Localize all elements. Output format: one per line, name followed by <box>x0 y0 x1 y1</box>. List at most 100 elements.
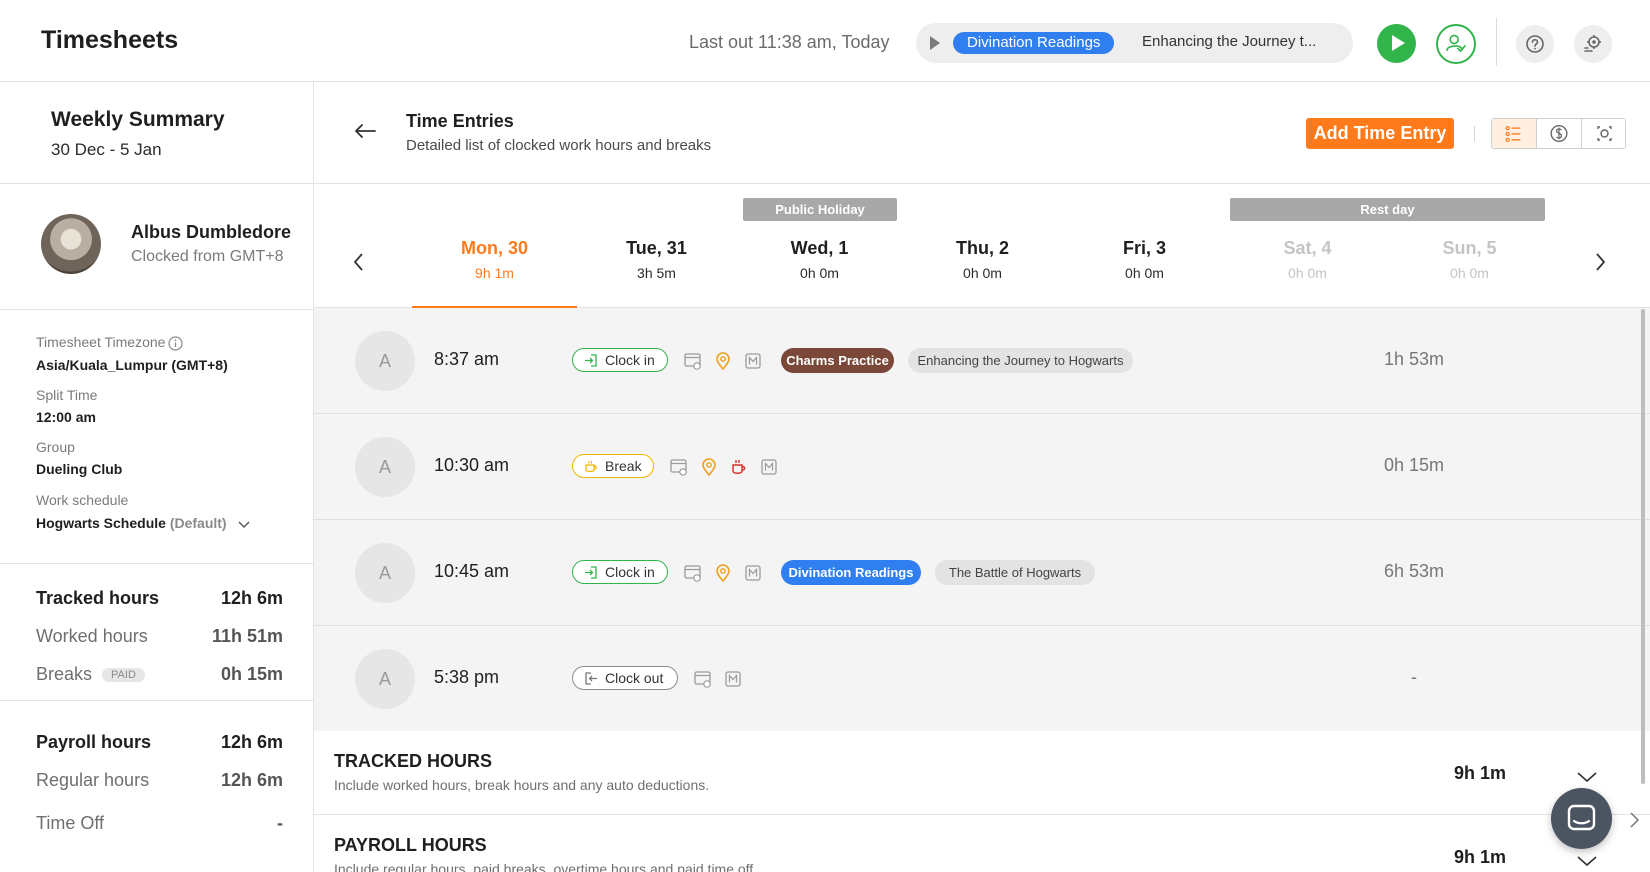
help-button[interactable] <box>1516 25 1554 63</box>
manual-entry-icon <box>725 671 741 687</box>
weekly-summary-title: Weekly Summary <box>51 108 225 131</box>
tracked-hours-section-title: TRACKED HOURS <box>334 751 493 771</box>
user-clocked-from: Clocked from GMT+8 <box>131 248 284 265</box>
screenshot-view-icon <box>1597 126 1612 141</box>
chevron-down-icon[interactable] <box>1576 855 1598 867</box>
page-title: Timesheets <box>41 26 179 54</box>
screenshot-view-button[interactable] <box>1582 119 1625 148</box>
timer-task-text: Enhancing the Journey t... <box>1142 33 1317 50</box>
breaks-value: 0h 15m <box>220 664 283 684</box>
payroll-hours-section[interactable]: PAYROLL HOURS Include regular hours, pai… <box>314 815 1650 872</box>
top-bar: Timesheets Last out 11:38 am, Today Divi… <box>0 0 1650 82</box>
regular-hours-row: Regular hours 12h 6m <box>36 770 283 794</box>
entry-duration: - <box>1411 667 1417 687</box>
payroll-hours-value: 12h 6m <box>220 732 283 752</box>
group-label: Group <box>36 439 75 455</box>
time-off-label: Time Off <box>36 813 105 833</box>
list-view-button[interactable] <box>1492 119 1537 148</box>
last-out-status: Last out 11:38 am, Today <box>689 32 890 52</box>
chevron-left-icon[interactable] <box>351 251 367 273</box>
timezone-label: Timesheet Timezone <box>36 334 184 351</box>
user-check-button[interactable] <box>1436 24 1476 64</box>
play-small-icon <box>930 36 940 50</box>
project-tag: Charms Practice <box>781 348 894 373</box>
break-chip: Break <box>572 454 654 478</box>
time-entry-row[interactable]: A 8:37 am Clock in Charms Practice Enhan… <box>314 308 1650 414</box>
breaks-label: Breaks PAID <box>36 664 145 685</box>
time-entry-row[interactable]: A 5:38 pm Clock out - <box>314 626 1650 732</box>
worked-hours-row: Worked hours 11h 51m <box>36 626 283 650</box>
list-view-icon <box>1505 125 1521 143</box>
work-schedule-label: Work schedule <box>36 492 129 508</box>
worked-hours-label: Worked hours <box>36 626 148 646</box>
gear-icon <box>1584 35 1601 52</box>
web-source-icon <box>694 671 711 688</box>
day-tab-wed[interactable]: Wed, 1 0h 0m <box>737 234 902 306</box>
help-icon <box>1526 35 1544 53</box>
location-pin-icon[interactable] <box>713 351 733 371</box>
active-timer-pill[interactable]: Divination Readings Enhancing the Journe… <box>916 23 1353 63</box>
entry-avatar: A <box>355 437 415 497</box>
add-time-entry-button[interactable]: Add Time Entry <box>1306 118 1454 149</box>
start-timer-button[interactable] <box>1377 24 1416 63</box>
manual-entry-icon <box>745 565 761 581</box>
split-time-value: 12:00 am <box>36 409 96 425</box>
web-source-icon <box>684 565 701 582</box>
tracked-hours-section-subtitle: Include worked hours, break hours and an… <box>334 777 710 793</box>
dollar-view-icon <box>1550 124 1568 143</box>
entry-time: 10:45 am <box>434 561 510 581</box>
work-schedule-default: (Default) <box>169 515 227 531</box>
payroll-hours-row: Payroll hours 12h 6m <box>36 732 283 756</box>
split-time-label: Split Time <box>36 387 98 403</box>
chevron-down-icon[interactable] <box>1576 771 1598 783</box>
chevron-right-icon[interactable] <box>1628 811 1640 829</box>
time-entry-row[interactable]: A 10:45 am Clock in Divination Readings … <box>314 520 1650 626</box>
chevron-right-icon[interactable] <box>1592 251 1608 273</box>
day-tab-thu[interactable]: Thu, 2 0h 0m <box>900 234 1065 306</box>
day-tab-mon[interactable]: Mon, 30 9h 1m <box>412 234 577 310</box>
week-day-strip: Public Holiday Rest day Mon, 30 9h 1m Tue… <box>314 184 1650 310</box>
entry-time: 5:38 pm <box>434 667 500 687</box>
entry-avatar: A <box>355 331 415 391</box>
scrollbar-thumb[interactable] <box>1641 309 1645 784</box>
clock-out-chip: Clock out <box>572 666 678 690</box>
worked-hours-value: 11h 51m <box>211 626 283 646</box>
location-pin-icon[interactable] <box>699 457 719 477</box>
manual-entry-icon <box>761 459 777 475</box>
web-source-icon <box>670 459 687 476</box>
pay-view-button[interactable] <box>1537 119 1582 148</box>
payroll-hours-section-value: 9h 1m <box>1454 847 1507 867</box>
day-tab-fri[interactable]: Fri, 3 0h 0m <box>1062 234 1227 306</box>
clock-out-icon <box>585 672 597 685</box>
payroll-hours-section-title: PAYROLL HOURS <box>334 835 487 855</box>
clock-in-icon <box>585 354 597 367</box>
public-holiday-tag: Public Holiday <box>743 198 897 221</box>
group-value: Dueling Club <box>36 461 123 477</box>
work-schedule-value: Hogwarts Schedule <box>36 515 166 531</box>
project-tag: Divination Readings <box>781 560 921 585</box>
user-card: Albus Dumbledore Clocked from GMT+8 <box>0 184 314 310</box>
back-arrow-icon[interactable] <box>353 122 377 140</box>
coffee-icon <box>585 461 597 473</box>
tracked-hours-section-value: 9h 1m <box>1454 763 1507 783</box>
day-tab-sun[interactable]: Sun, 5 0h 0m <box>1387 234 1552 306</box>
paid-badge: PAID <box>102 668 145 682</box>
time-off-value: - <box>277 813 283 833</box>
time-entries-header: Time Entries Detailed list of clocked wo… <box>314 82 1650 184</box>
info-icon[interactable] <box>168 336 184 351</box>
settings-button[interactable] <box>1574 25 1612 63</box>
location-pin-icon[interactable] <box>713 563 733 583</box>
entry-avatar: A <box>355 649 415 709</box>
entry-time: 8:37 am <box>434 349 500 369</box>
work-schedule-select[interactable]: Hogwarts Schedule (Default) <box>36 515 251 531</box>
entry-avatar: A <box>355 543 415 603</box>
time-entry-row[interactable]: A 10:30 am Break 0h 15m <box>314 414 1650 520</box>
rest-day-tag: Rest day <box>1230 198 1545 221</box>
entry-duration: 0h 15m <box>1383 455 1445 475</box>
day-tab-tue[interactable]: Tue, 31 3h 5m <box>574 234 739 306</box>
chat-support-button[interactable] <box>1551 788 1612 849</box>
tracked-hours-section[interactable]: TRACKED HOURS Include worked hours, brea… <box>314 731 1650 815</box>
time-entries-panel: Time Entries Detailed list of clocked wo… <box>314 82 1650 872</box>
clock-in-chip: Clock in <box>572 348 668 372</box>
day-tab-sat[interactable]: Sat, 4 0h 0m <box>1225 234 1390 306</box>
